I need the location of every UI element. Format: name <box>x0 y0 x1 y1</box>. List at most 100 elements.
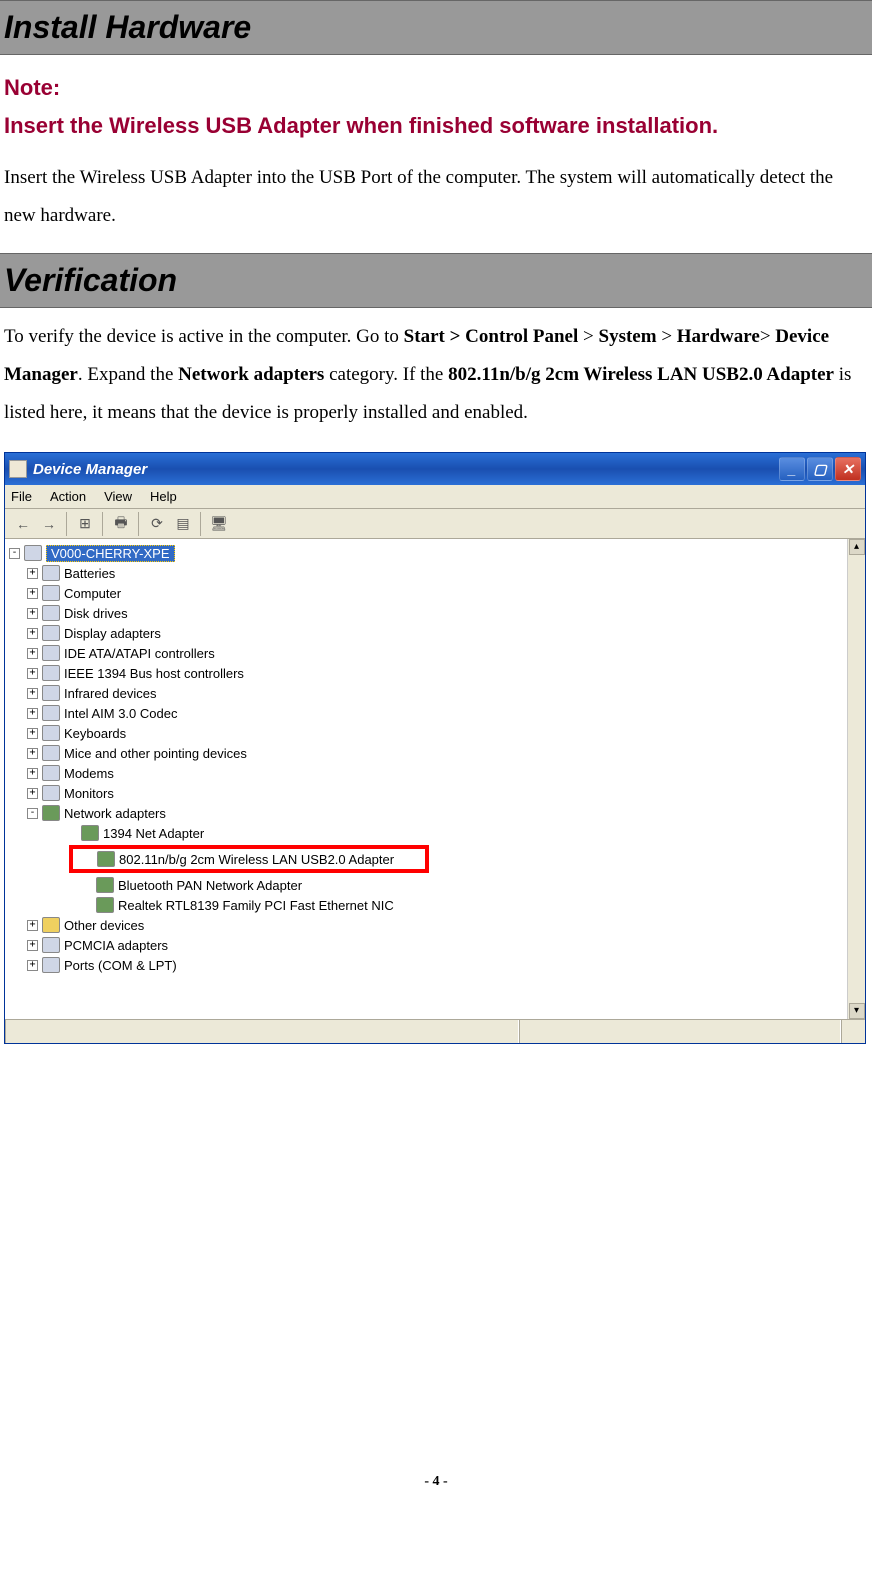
note-text: Insert the Wireless USB Adapter when fin… <box>4 113 868 139</box>
properties-icon[interactable]: ⊞ <box>73 512 97 536</box>
menubar: File Action View Help <box>5 485 865 509</box>
print-icon[interactable]: 🖶 <box>109 512 133 536</box>
tree-item[interactable]: + Monitors <box>9 783 843 803</box>
expand-icon[interactable]: + <box>27 768 38 779</box>
menu-file[interactable]: File <box>11 489 32 504</box>
expand-icon[interactable]: + <box>27 748 38 759</box>
device-icon <box>42 705 60 721</box>
window-title: Device Manager <box>33 461 147 478</box>
collapse-icon[interactable]: - <box>27 808 38 819</box>
item-label[interactable]: Infrared devices <box>64 686 157 701</box>
expand-icon[interactable]: + <box>27 608 38 619</box>
tree-item[interactable]: + Mice and other pointing devices <box>9 743 843 763</box>
expand-icon[interactable]: + <box>27 788 38 799</box>
heading-verify: Verification <box>0 253 872 308</box>
tree-item[interactable]: + Infrared devices <box>9 683 843 703</box>
wifi-label[interactable]: 802.11n/b/g 2cm Wireless LAN USB2.0 Adap… <box>119 852 394 867</box>
tree-item[interactable]: + IDE ATA/ATAPI controllers <box>9 643 843 663</box>
item-label[interactable]: Display adapters <box>64 626 161 641</box>
item-label[interactable]: IDE ATA/ATAPI controllers <box>64 646 215 661</box>
item-label[interactable]: Batteries <box>64 566 115 581</box>
scroll-down-button[interactable]: ▾ <box>849 1003 865 1019</box>
tree-item[interactable]: + Batteries <box>9 563 843 583</box>
network-label[interactable]: Network adapters <box>64 806 166 821</box>
tree-item-1394[interactable]: 1394 Net Adapter <box>9 823 843 843</box>
forward-button[interactable]: → <box>37 512 61 536</box>
tree-item[interactable]: + Intel AIM 3.0 Codec <box>9 703 843 723</box>
list-icon[interactable]: ▤ <box>171 512 195 536</box>
tree-item[interactable]: + IEEE 1394 Bus host controllers <box>9 663 843 683</box>
vertical-scrollbar[interactable]: ▴ ▾ <box>847 539 865 1019</box>
resize-grip[interactable] <box>841 1020 865 1043</box>
tree-item[interactable]: + Other devices <box>9 915 843 935</box>
item-label[interactable]: Other devices <box>64 918 144 933</box>
minimize-button[interactable]: _ <box>779 457 805 481</box>
install-body-paragraph: Insert the Wireless USB Adapter into the… <box>0 159 872 235</box>
item-label[interactable]: Computer <box>64 586 121 601</box>
expand-icon[interactable]: + <box>27 628 38 639</box>
device-icon <box>42 917 60 933</box>
status-pane <box>519 1020 841 1043</box>
root-label[interactable]: V000-CHERRY-XPE <box>46 545 175 562</box>
refresh-icon[interactable]: ⟳ <box>145 512 169 536</box>
menu-help[interactable]: Help <box>150 489 177 504</box>
menu-view[interactable]: View <box>104 489 132 504</box>
item-label[interactable]: IEEE 1394 Bus host controllers <box>64 666 244 681</box>
close-button[interactable]: ✕ <box>835 457 861 481</box>
tree-item[interactable]: Realtek RTL8139 Family PCI Fast Ethernet… <box>9 895 843 915</box>
item-label[interactable]: Realtek RTL8139 Family PCI Fast Ethernet… <box>118 898 394 913</box>
expand-icon[interactable]: + <box>27 668 38 679</box>
network-card-icon <box>42 805 60 821</box>
computer-icon <box>24 545 42 561</box>
item-label[interactable]: Monitors <box>64 786 114 801</box>
expand-icon[interactable]: + <box>27 648 38 659</box>
tree-item-network[interactable]: - Network adapters <box>9 803 843 823</box>
device-icon <box>42 685 60 701</box>
expand-icon[interactable]: + <box>27 728 38 739</box>
item-label[interactable]: Modems <box>64 766 114 781</box>
expand-icon[interactable]: + <box>27 960 38 971</box>
scroll-up-button[interactable]: ▴ <box>849 539 865 555</box>
tree-item[interactable]: Bluetooth PAN Network Adapter <box>9 875 843 895</box>
tree-item[interactable]: + PCMCIA adapters <box>9 935 843 955</box>
titlebar[interactable]: Device Manager _ ▢ ✕ <box>5 453 865 485</box>
device-tree[interactable]: - V000-CHERRY-XPE + Batteries + Computer + Di… <box>5 539 847 1019</box>
tree-item[interactable]: + Keyboards <box>9 723 843 743</box>
item-label[interactable]: Mice and other pointing devices <box>64 746 247 761</box>
app-icon <box>9 460 27 478</box>
separator <box>197 512 201 536</box>
net-pre-label[interactable]: 1394 Net Adapter <box>103 826 204 841</box>
item-label[interactable]: Keyboards <box>64 726 126 741</box>
item-label[interactable]: PCMCIA adapters <box>64 938 168 953</box>
scan-icon[interactable]: 🖥 <box>207 512 231 536</box>
vt-p3: > <box>657 326 677 347</box>
menu-action[interactable]: Action <box>50 489 86 504</box>
item-label[interactable]: Bluetooth PAN Network Adapter <box>118 878 302 893</box>
back-button[interactable]: ← <box>11 512 35 536</box>
separator <box>135 512 139 536</box>
heading-verify-text: Verification <box>4 262 868 299</box>
tree-item-wifi[interactable]: 802.11n/b/g 2cm Wireless LAN USB2.0 Adap… <box>73 849 425 869</box>
device-icon <box>42 957 60 973</box>
item-label[interactable]: Ports (COM & LPT) <box>64 958 177 973</box>
tree-item[interactable]: + Modems <box>9 763 843 783</box>
item-label[interactable]: Intel AIM 3.0 Codec <box>64 706 177 721</box>
vt-b3: Hardware <box>677 326 760 347</box>
expand-icon[interactable]: + <box>27 920 38 931</box>
item-label[interactable]: Disk drives <box>64 606 128 621</box>
tree-item[interactable]: + Disk drives <box>9 603 843 623</box>
expand-icon[interactable]: + <box>27 708 38 719</box>
expand-icon[interactable]: + <box>27 568 38 579</box>
tree-item[interactable]: + Computer <box>9 583 843 603</box>
tree-item[interactable]: + Display adapters <box>9 623 843 643</box>
expand-icon[interactable]: + <box>27 688 38 699</box>
collapse-icon[interactable]: - <box>9 548 20 559</box>
expand-icon[interactable]: + <box>27 940 38 951</box>
maximize-button[interactable]: ▢ <box>807 457 833 481</box>
tree-item[interactable]: + Ports (COM & LPT) <box>9 955 843 975</box>
expand-icon[interactable]: + <box>27 588 38 599</box>
device-icon <box>42 625 60 641</box>
tree-root[interactable]: - V000-CHERRY-XPE <box>9 543 843 563</box>
separator <box>63 512 67 536</box>
device-icon <box>42 565 60 581</box>
